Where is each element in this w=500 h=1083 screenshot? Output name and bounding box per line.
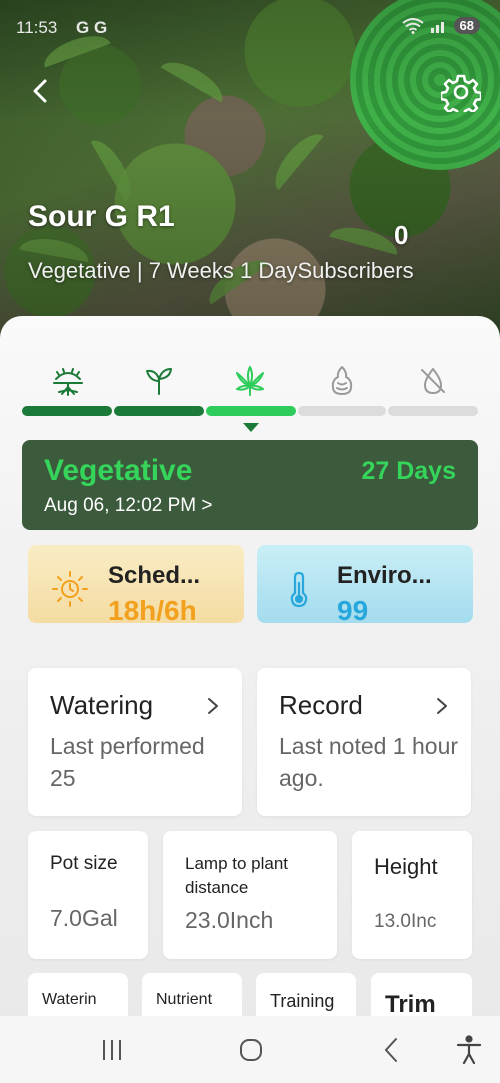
pot-size-card[interactable]: Pot size 7.0Gal: [28, 831, 148, 959]
recents-button[interactable]: [95, 1034, 129, 1066]
pot-size-label: Pot size: [50, 853, 118, 874]
home-button[interactable]: [234, 1034, 268, 1066]
gear-icon: [439, 74, 483, 118]
settings-button[interactable]: [439, 72, 483, 118]
environment-card[interactable]: Enviro... 99: [257, 545, 473, 626]
battery-indicator: 68: [453, 17, 480, 34]
status-carrier: G G: [76, 18, 108, 37]
stage-vegetative[interactable]: [233, 364, 267, 398]
stage-progress-bar: [22, 406, 478, 416]
stage-start-date[interactable]: Aug 06, 12:02 PM >: [44, 495, 212, 517]
record-description: Last noted 1 hour ago.: [279, 733, 459, 791]
stage-germination[interactable]: [51, 364, 85, 398]
plant-photo-header: [0, 0, 500, 340]
seedling-icon: [146, 368, 172, 395]
recents-icon: [103, 1040, 121, 1060]
thermometer-icon: [290, 571, 308, 608]
back-button[interactable]: [26, 76, 56, 106]
chevron-right-icon: [437, 698, 447, 714]
lamp-distance-value: 23.0Inch: [185, 907, 274, 933]
height-label: Height: [374, 854, 438, 879]
subscribers-count: 0: [394, 220, 409, 250]
subscribers-label: Subscribers: [297, 258, 414, 283]
current-stage-card[interactable]: Vegetative 27 Days Aug 06, 12:02 PM >: [22, 440, 478, 530]
stage-seedling[interactable]: [142, 364, 176, 398]
details-sheet: Vegetative 27 Days Aug 06, 12:02 PM > Sc…: [0, 316, 500, 1083]
progress-segment-seedling: [114, 406, 204, 416]
watering-description: Last performed 25: [50, 733, 205, 791]
progress-segment-vegetative: [206, 406, 296, 416]
stage-name: Vegetative: [44, 454, 193, 487]
system-nav-bar: [0, 1016, 500, 1083]
stage-days: 27 Days: [361, 457, 456, 485]
cannabis-leaf-icon: [236, 366, 264, 396]
tile-label: Trim: [385, 991, 436, 1018]
pot-size-value: 7.0Gal: [50, 905, 118, 931]
chevron-left-icon: [33, 79, 47, 103]
flower-bud-icon: [331, 366, 353, 395]
back-icon: [384, 1038, 397, 1062]
schedule-card[interactable]: Sched... 18h/6h: [28, 545, 244, 626]
accessibility-button[interactable]: [452, 1034, 486, 1066]
record-card[interactable]: Record Last noted 1 hour ago.: [257, 668, 471, 816]
stage-drying[interactable]: [416, 364, 450, 398]
current-stage-pointer: [243, 423, 259, 432]
plant-name: Sour G R1: [28, 200, 175, 233]
environment-value: 99: [337, 595, 369, 626]
status-bar: 11:53 G G 68: [16, 17, 480, 42]
height-card[interactable]: Height 13.0Inc: [352, 831, 472, 959]
height-value: 13.0Inc: [374, 911, 437, 932]
drying-icon: [421, 368, 445, 394]
schedule-value: 18h/6h: [108, 595, 197, 626]
accessibility-icon: [456, 1035, 482, 1065]
progress-segment-germination: [22, 406, 112, 416]
germination-icon: [53, 368, 83, 396]
progress-segment-flowering: [298, 406, 386, 416]
lamp-distance-card[interactable]: Lamp to plant distance 23.0Inch: [163, 831, 337, 959]
home-icon: [240, 1039, 262, 1061]
schedule-label: Sched...: [108, 562, 201, 589]
tile-label: Training: [270, 991, 335, 1011]
chevron-right-icon: [208, 698, 218, 714]
wifi-icon: [401, 17, 424, 34]
stage-duration: Vegetative | 7 Weeks 1 Day: [28, 258, 298, 283]
watering-card[interactable]: Watering Last performed 25: [28, 668, 242, 816]
status-time: 11:53: [16, 18, 58, 37]
record-title: Record: [279, 690, 363, 720]
sun-icon: [52, 571, 88, 607]
nav-back-button[interactable]: [374, 1034, 408, 1066]
lamp-distance-label: Lamp to plant distance: [185, 854, 289, 897]
stage-flowering[interactable]: [325, 364, 359, 398]
tile-label: Waterin: [42, 991, 97, 1008]
tile-label: Nutrient: [156, 991, 213, 1008]
watering-title: Watering: [50, 690, 154, 720]
progress-segment-drying: [388, 406, 478, 416]
signal-icon: [430, 21, 444, 33]
stage-icons: [22, 364, 478, 398]
environment-label: Enviro...: [337, 562, 432, 589]
subtitle-line: Vegetative | 7 Weeks 1 DaySubscribers: [28, 258, 414, 284]
